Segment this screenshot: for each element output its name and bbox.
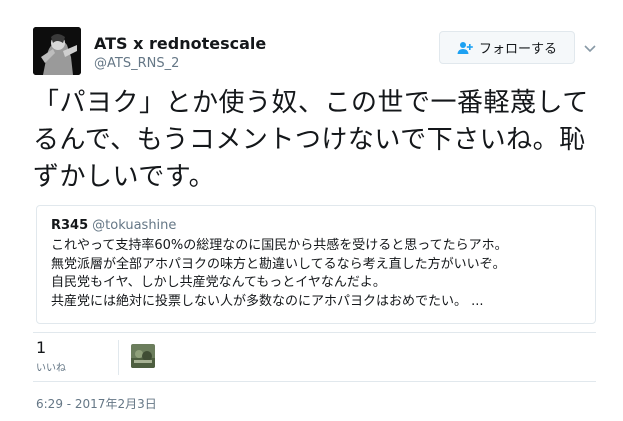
quoted-text-line: これやって支持率60%の総理なのに国民から共感を受けると思ってたらアホ。 [51, 238, 508, 253]
tweet-card: ATS x rednotescale @ATS_RNS_2 フォローする 「パヨ… [0, 0, 623, 421]
divider [33, 332, 596, 333]
quoted-tweet[interactable]: R345 @tokuashine これやって支持率60%の総理なのに国民から共感を… [36, 205, 596, 324]
add-user-icon [457, 41, 473, 55]
tweet-text: 「パヨク」とか使う奴、この世で一番軽蔑してるんで、もうコメントつけないで下さいね… [33, 88, 589, 192]
follow-button[interactable]: フォローする [439, 31, 575, 64]
author-name[interactable]: ATS x rednotescale [94, 34, 266, 53]
quoted-text-line: 共産党には絶対に投票しない人が多数なのにアホパヨクはおめでたい。 ... [51, 293, 484, 309]
author-handle[interactable]: @ATS_RNS_2 [94, 56, 179, 71]
quoted-text-line: 無党派層が全部アホパヨクの味方と勘違いしてるなら考え直した方がいいぞ。 [51, 256, 506, 272]
likes-count: 1 [36, 338, 47, 357]
divider [33, 381, 596, 382]
quoted-tweet-header: R345 @tokuashine [51, 218, 581, 233]
follow-button-label: フォローする [478, 42, 557, 57]
quoted-author-handle: @tokuashine [92, 218, 177, 233]
chevron-down-icon[interactable] [582, 40, 598, 56]
author-avatar[interactable] [33, 27, 81, 75]
likes-stat[interactable]: 1 いいね [36, 338, 66, 375]
divider [118, 340, 119, 375]
quoted-text-line: 自民党もイヤ、しかし共産党なんてもっとイヤなんだよ。 [51, 275, 386, 290]
liker-avatar[interactable] [131, 344, 155, 368]
quoted-author-name: R345 [51, 218, 89, 233]
likes-label: いいね [36, 363, 66, 374]
tweet-timestamp[interactable]: 6:29 - 2017年2月3日 [36, 395, 157, 412]
